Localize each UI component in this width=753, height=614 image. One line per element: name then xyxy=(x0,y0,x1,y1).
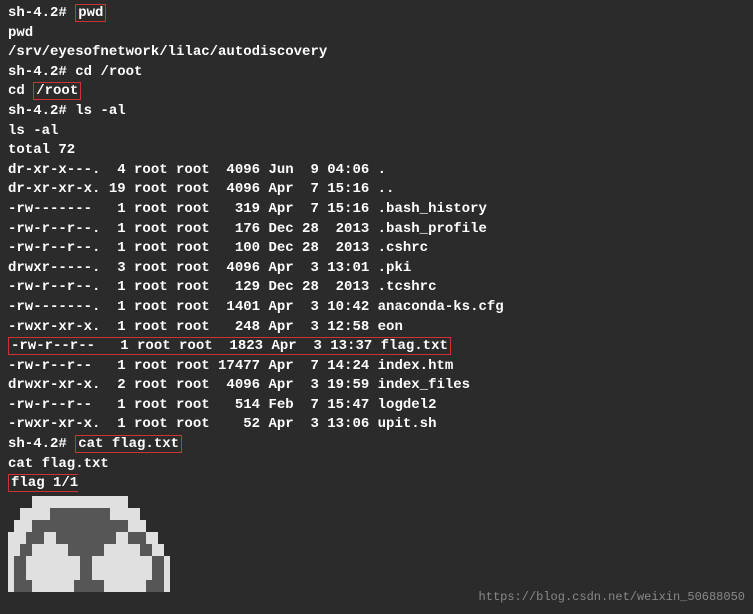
echo-ls: ls -al xyxy=(8,122,745,142)
prompt-line-4: sh-4.2# cat flag.txt xyxy=(8,435,745,455)
prompt-line-3: sh-4.2# ls -al xyxy=(8,102,745,122)
highlight-cat: cat flag.txt xyxy=(75,435,182,453)
flag-header: flag 1/1 xyxy=(8,474,745,494)
watermark: https://blog.csdn.net/weixin_50688050 xyxy=(479,589,745,606)
total-line: total 72 xyxy=(8,141,745,161)
table-row: drwxr-xr-x. 2 root root 4096 Apr 3 19:59… xyxy=(8,376,745,396)
echo-cat: cat flag.txt xyxy=(8,455,745,475)
table-row: -rw-r--r-- 1 root root 514 Feb 7 15:47 l… xyxy=(8,396,745,416)
table-row: dr-xr-xr-x. 19 root root 4096 Apr 7 15:1… xyxy=(8,180,745,200)
table-row: -rwxr-xr-x. 1 root root 248 Apr 3 12:58 … xyxy=(8,318,745,338)
flag-row: -rw-r--r-- 1 root root 1823 Apr 3 13:37 … xyxy=(8,337,745,357)
highlight-pwd: pwd xyxy=(75,4,106,22)
table-row: -rw------- 1 root root 319 Apr 7 15:16 .… xyxy=(8,200,745,220)
table-row: -rw-r--r--. 1 root root 100 Dec 28 2013 … xyxy=(8,239,745,259)
table-row: -rwxr-xr-x. 1 root root 52 Apr 3 13:06 u… xyxy=(8,415,745,435)
table-row: -rw-r--r--. 1 root root 176 Dec 28 2013 … xyxy=(8,220,745,240)
highlight-flag-row: -rw-r--r-- 1 root root 1823 Apr 3 13:37 … xyxy=(8,337,451,355)
table-row: -rw-r--r--. 1 root root 129 Dec 28 2013 … xyxy=(8,278,745,298)
table-row: -rw-------. 1 root root 1401 Apr 3 10:42… xyxy=(8,298,745,318)
prompt-line-2: sh-4.2# cd /root xyxy=(8,63,745,83)
echo-cd: cd /root xyxy=(8,82,745,102)
table-row: drwxr-----. 3 root root 4096 Apr 3 13:01… xyxy=(8,259,745,279)
prompt-line-1: sh-4.2# pwd xyxy=(8,4,745,24)
ls-output-2: -rw-r--r-- 1 root root 17477 Apr 7 14:24… xyxy=(8,357,745,435)
highlight-flag-header: flag 1/1 xyxy=(8,474,78,492)
table-row: dr-xr-x---. 4 root root 4096 Jun 9 04:06… xyxy=(8,161,745,181)
echo-pwd: pwd xyxy=(8,24,745,44)
highlight-root: /root xyxy=(33,82,81,100)
pwd-output: /srv/eyesofnetwork/lilac/autodiscovery xyxy=(8,43,745,63)
table-row: -rw-r--r-- 1 root root 17477 Apr 7 14:24… xyxy=(8,357,745,377)
ascii-art xyxy=(8,496,745,592)
ls-output: dr-xr-x---. 4 root root 4096 Jun 9 04:06… xyxy=(8,161,745,337)
